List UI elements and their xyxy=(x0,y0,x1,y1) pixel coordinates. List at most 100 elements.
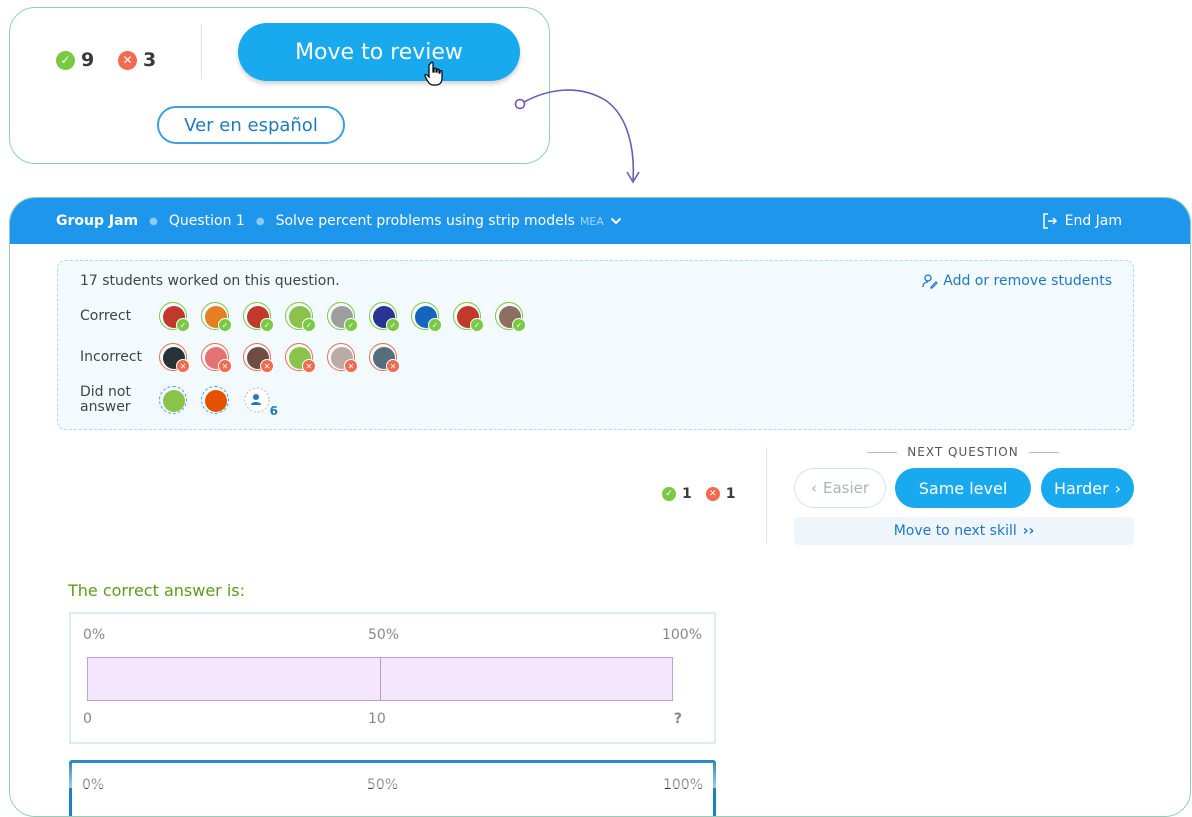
strip-label-100-pct: 100% xyxy=(662,777,703,793)
correct-avatars: ✓ ✓ ✓ ✓ ✓ ✓ ✓ ✓ ✓ xyxy=(159,302,526,332)
student-avatar[interactable]: ✓ xyxy=(159,302,190,332)
incorrect-count: 3 xyxy=(143,49,157,71)
check-badge-icon: ✓ xyxy=(512,318,526,332)
student-avatar[interactable]: ✓ xyxy=(243,302,274,332)
breadcrumb-separator: ● xyxy=(255,215,265,227)
connector-arrow-icon xyxy=(514,89,640,184)
check-badge-icon: ✓ xyxy=(428,318,442,332)
strip-label-0-pct: 0% xyxy=(82,777,105,793)
no-answer-label-line2: answer xyxy=(80,399,131,415)
correct-row-label: Correct xyxy=(80,308,132,324)
next-question-title: NEXT QUESTION xyxy=(907,445,1019,459)
end-jam-label: End Jam xyxy=(1064,213,1122,229)
check-badge-icon: ✓ xyxy=(470,318,484,332)
student-avatar[interactable]: ✕ xyxy=(201,343,232,373)
student-avatar[interactable]: ✓ xyxy=(369,302,400,332)
incorrect-score: ✕ 3 xyxy=(118,49,156,71)
check-icon: ✓ xyxy=(56,50,75,70)
no-answer-label-line1: Did not xyxy=(80,384,131,400)
exit-icon xyxy=(1042,213,1057,229)
skill-name: Solve percent problems using strip model… xyxy=(275,213,575,229)
top-bar: Group Jam ● Question 1 ● Solve percent p… xyxy=(10,198,1190,244)
easier-label: Easier xyxy=(822,479,870,497)
add-remove-students-link[interactable]: Add or remove students xyxy=(922,273,1112,289)
student-avatar[interactable]: ✓ xyxy=(495,302,526,332)
add-remove-label: Add or remove students xyxy=(943,273,1112,289)
student-avatar[interactable]: ✕ xyxy=(285,343,316,373)
strip-value-0: 0 xyxy=(83,711,92,727)
chevron-down-icon xyxy=(610,217,622,225)
app-title: Group Jam xyxy=(56,213,139,229)
harder-button[interactable]: Harder › xyxy=(1041,468,1134,508)
check-badge-icon: ✓ xyxy=(302,318,316,332)
student-avatar[interactable]: ✓ xyxy=(285,302,316,332)
user-icon xyxy=(244,387,270,413)
student-avatar[interactable]: ✓ xyxy=(327,302,358,332)
check-badge-icon: ✓ xyxy=(260,318,274,332)
x-badge-icon: ✕ xyxy=(344,359,358,373)
student-avatar[interactable] xyxy=(159,386,187,414)
strip-label-0-pct: 0% xyxy=(83,627,106,643)
x-icon: ✕ xyxy=(705,487,720,501)
percent-strip xyxy=(87,657,673,701)
strip-label-50-pct: 50% xyxy=(367,777,399,793)
small-incorrect-count: 1 xyxy=(725,486,736,502)
strip-value-mid: 10 xyxy=(368,711,386,727)
hand-cursor-icon xyxy=(424,61,443,86)
question-label: Question 1 xyxy=(168,213,245,229)
end-jam-button[interactable]: End Jam xyxy=(1041,212,1122,230)
incorrect-row-label: Incorrect xyxy=(80,349,143,365)
avatar-image xyxy=(163,390,185,412)
check-badge-icon: ✓ xyxy=(218,318,232,332)
student-avatar[interactable] xyxy=(201,386,229,414)
x-badge-icon: ✕ xyxy=(386,359,400,373)
jam-panel: Group Jam ● Question 1 ● Solve percent p… xyxy=(9,197,1191,817)
breadcrumb: Group Jam ● Question 1 ● Solve percent p… xyxy=(56,213,622,229)
more-students-avatar[interactable]: 6 xyxy=(243,386,278,418)
x-icon: ✕ xyxy=(118,50,137,70)
student-avatar[interactable]: ✓ xyxy=(411,302,442,332)
breadcrumb-separator: ● xyxy=(149,215,158,227)
student-summary: 17 students worked on this question. Add… xyxy=(57,260,1134,430)
strip-label-100-pct: 100% xyxy=(661,627,702,643)
incorrect-avatars: ✕ ✕ ✕ ✕ ✕ ✕ xyxy=(159,343,400,373)
x-badge-icon: ✕ xyxy=(218,359,232,373)
strip-model-answer: 0% 50% 100% 0 10 ? xyxy=(69,612,716,744)
same-level-button[interactable]: Same level xyxy=(895,468,1031,508)
student-avatar[interactable]: ✓ xyxy=(201,302,232,332)
x-badge-icon: ✕ xyxy=(260,359,274,373)
harder-label: Harder xyxy=(1053,478,1109,498)
strip-divider xyxy=(380,658,381,700)
student-avatar[interactable]: ✕ xyxy=(243,343,274,373)
check-badge-icon: ✓ xyxy=(176,318,190,332)
chevron-right-icon: › xyxy=(1114,478,1122,498)
check-badge-icon: ✓ xyxy=(386,318,400,332)
x-badge-icon: ✕ xyxy=(176,359,190,373)
check-icon: ✓ xyxy=(662,487,676,501)
check-badge-icon: ✓ xyxy=(344,318,358,332)
student-avatar[interactable]: ✕ xyxy=(159,343,190,373)
more-students-count: 6 xyxy=(269,404,278,418)
student-avatar[interactable]: ✕ xyxy=(369,343,400,373)
callout-card: ✓ 9 ✕ 3 Move to review Ver en español xyxy=(9,7,550,164)
student-avatar[interactable]: ✓ xyxy=(453,302,484,332)
strip-value-unknown: ? xyxy=(673,711,682,727)
small-correct-count: 1 xyxy=(682,486,692,502)
no-answer-avatars: 6 xyxy=(159,386,278,418)
strip-model-student: 0% 50% 100% xyxy=(69,760,716,816)
next-question-heading: NEXT QUESTION xyxy=(793,445,1133,459)
question-score: ✓ 1 ✕ 1 xyxy=(662,486,736,502)
easier-button[interactable]: ‹ Easier xyxy=(794,468,886,508)
skill-dropdown[interactable]: Solve percent problems using strip model… xyxy=(276,213,622,229)
strip-label-50-pct: 50% xyxy=(368,627,400,643)
divider xyxy=(766,447,767,543)
double-chevron-right-icon: ›› xyxy=(1022,523,1035,539)
student-avatar[interactable]: ✕ xyxy=(327,343,358,373)
skill-code: MEA xyxy=(579,214,604,228)
divider xyxy=(201,24,202,79)
spanish-toggle-button[interactable]: Ver en español xyxy=(157,106,345,144)
edit-students-icon xyxy=(922,274,939,289)
avatar-image xyxy=(205,390,227,412)
move-to-next-skill-button[interactable]: Move to next skill ›› xyxy=(794,517,1134,545)
move-to-review-button[interactable]: Move to review xyxy=(238,23,520,81)
